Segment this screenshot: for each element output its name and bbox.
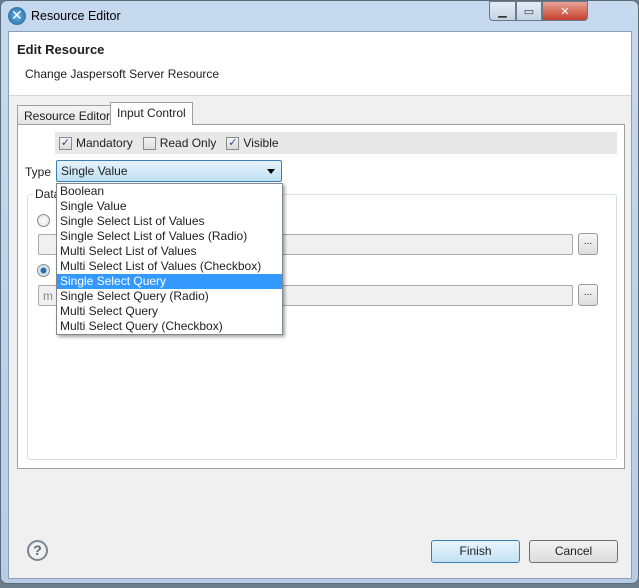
visible-label: Visible xyxy=(243,136,279,150)
type-dropdown-list: Boolean Single Value Single Select List … xyxy=(56,183,283,335)
options-row: ✓ Mandatory Read Only ✓ Visible xyxy=(55,132,617,154)
browse-button-2[interactable]: ... xyxy=(578,284,598,306)
dropdown-option[interactable]: Multi Select List of Values xyxy=(57,244,282,259)
header-title: Edit Resource xyxy=(17,42,105,57)
browse-button-1[interactable]: ... xyxy=(578,233,598,255)
window-title: Resource Editor xyxy=(31,9,121,23)
dropdown-option[interactable]: Multi Select Query (Checkbox) xyxy=(57,319,282,334)
read-only-label: Read Only xyxy=(159,136,217,150)
dropdown-option[interactable]: Single Select List of Values xyxy=(57,214,282,229)
finish-button[interactable]: Finish xyxy=(431,540,520,563)
minimize-icon: ▁ xyxy=(498,5,507,18)
mandatory-checkbox[interactable]: ✓ xyxy=(59,136,72,150)
header-subtitle: Change Jaspersoft Server Resource xyxy=(25,67,220,81)
dialog-header: Edit Resource Change Jaspersoft Server R… xyxy=(9,32,631,96)
close-button[interactable]: ✕ xyxy=(542,1,588,21)
type-label: Type xyxy=(25,165,52,179)
dropdown-option[interactable]: Single Value xyxy=(57,199,282,214)
maximize-icon: ▭ xyxy=(523,5,535,18)
maximize-button[interactable]: ▭ xyxy=(516,1,542,21)
dropdown-option[interactable]: Multi Select List of Values (Checkbox) xyxy=(57,259,282,274)
type-select-value: Single Value xyxy=(61,164,128,178)
tab-resource-editor[interactable]: Resource Editor xyxy=(17,105,118,125)
chevron-down-icon xyxy=(267,169,275,174)
read-only-checkbox[interactable] xyxy=(142,136,156,150)
mandatory-label: Mandatory xyxy=(76,136,133,150)
close-icon: ✕ xyxy=(560,5,570,18)
tab-input-control[interactable]: Input Control xyxy=(110,102,193,125)
visible-checkbox[interactable]: ✓ xyxy=(226,136,240,150)
field-2-value: m xyxy=(43,289,53,303)
app-icon xyxy=(8,7,26,25)
minimize-button[interactable]: ▁ xyxy=(489,1,516,21)
dropdown-option[interactable]: Single Select Query (Radio) xyxy=(57,289,282,304)
dropdown-option[interactable]: Boolean xyxy=(57,184,282,199)
cancel-button[interactable]: Cancel xyxy=(529,540,618,563)
dropdown-option[interactable]: Multi Select Query xyxy=(57,304,282,319)
dropdown-option-highlighted[interactable]: Single Select Query xyxy=(57,274,282,289)
dialog-client: Edit Resource Change Jaspersoft Server R… xyxy=(8,31,632,579)
type-select[interactable]: Single Value xyxy=(56,160,282,182)
datasource-radio-2[interactable] xyxy=(37,264,50,277)
dialog-window: Resource Editor ▁ ▭ ✕ Edit Resource Chan… xyxy=(0,0,639,584)
dropdown-option[interactable]: Single Select List of Values (Radio) xyxy=(57,229,282,244)
help-icon[interactable]: ? xyxy=(27,540,48,561)
datasource-radio-1[interactable] xyxy=(37,214,50,227)
